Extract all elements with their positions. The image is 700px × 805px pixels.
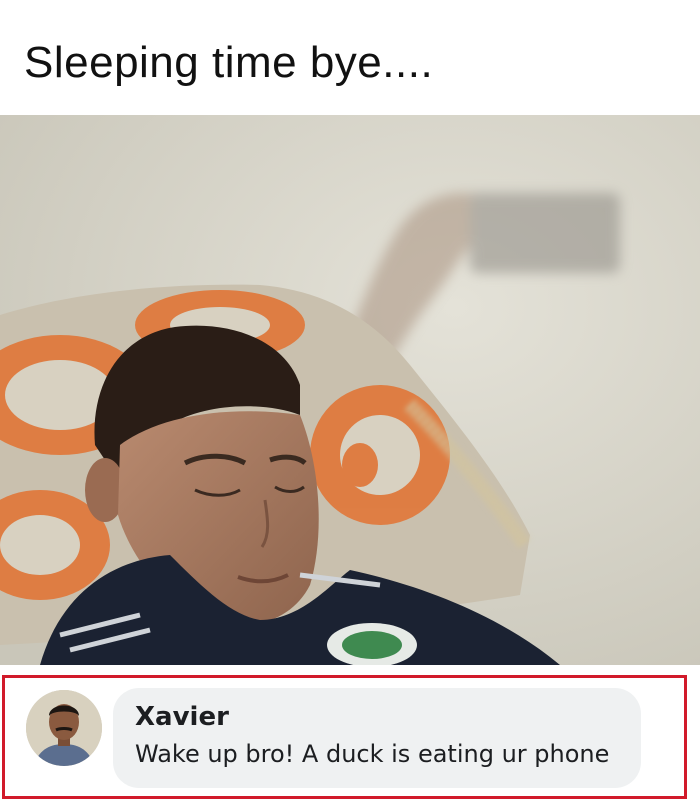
avatar-portrait-icon — [26, 690, 102, 766]
comment-author[interactable]: Xavier — [135, 702, 229, 732]
post-photo — [0, 115, 700, 665]
post-caption: Sleeping time bye.... — [24, 38, 434, 87]
user-avatar[interactable] — [26, 690, 102, 766]
sleeping-boy-photo — [0, 115, 700, 665]
highlighted-comment: Xavier Wake up bro! A duck is eating ur … — [2, 675, 687, 799]
comment-bubble: Xavier Wake up bro! A duck is eating ur … — [113, 688, 641, 788]
comment-text: Wake up bro! A duck is eating ur phone — [135, 740, 610, 768]
